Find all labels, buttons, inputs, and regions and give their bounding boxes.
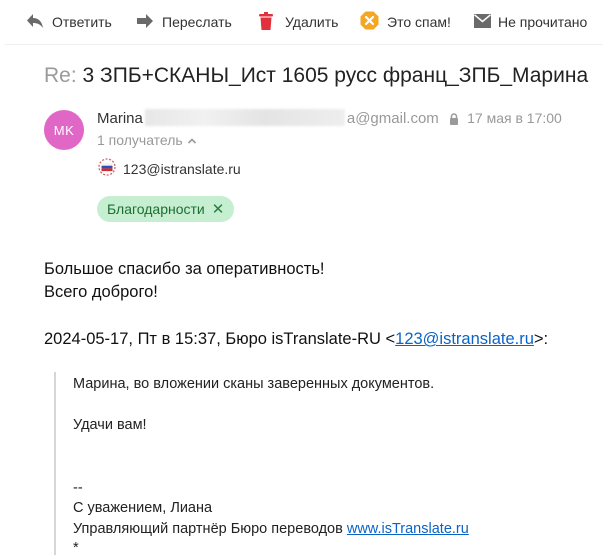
quoted-message: Марина, во вложении сканы заверенных док…	[54, 372, 603, 556]
sender-line: Marina a@gmail.com 17 мая в 17:00	[97, 109, 562, 129]
subject-prefix: Re:	[44, 64, 77, 87]
signature-position-text: Управляющий партнёр Бюро переводов	[73, 521, 347, 537]
forward-label: Переслать	[162, 14, 232, 30]
quote-line: Марина, во вложении сканы заверенных док…	[73, 376, 435, 392]
signature-star: *	[73, 540, 79, 556]
signature-regards: С уважением, Лиана	[73, 500, 213, 516]
recipients-count: 1 получатель	[97, 132, 183, 148]
label-chip[interactable]: Благодарности ✕	[97, 196, 235, 222]
forward-icon	[136, 13, 154, 32]
sender-email-tail[interactable]: a@gmail.com	[347, 110, 439, 127]
delete-label: Удалить	[285, 14, 339, 30]
unread-label: Не прочитано	[498, 14, 588, 30]
russian-flag-icon	[98, 158, 116, 179]
delete-button[interactable]: Удалить	[259, 8, 338, 36]
forward-button[interactable]: Переслать	[136, 8, 232, 36]
subject-text: 3 ЗПБ+СКАНЫ_Ист 1605 русс франц_ЗПБ_Мари…	[82, 64, 589, 87]
signature-site-link[interactable]: www.isTranslate.ru	[347, 521, 469, 537]
remove-label-icon[interactable]: ✕	[212, 200, 225, 218]
envelope-icon	[474, 13, 491, 31]
avatar[interactable]: MK	[44, 110, 84, 150]
message-subject: Re: 3 ЗПБ+СКАНЫ_Ист 1605 русс франц_ЗПБ_…	[44, 64, 588, 88]
message-date: 17 мая в 17:00	[467, 110, 562, 126]
quote-line: Удачи вам!	[73, 417, 147, 433]
recipient-email: 123@istranslate.ru	[123, 160, 241, 177]
quote-header-prefix: 2024-05-17, Пт в 15:37, Бюро isTranslate…	[44, 330, 396, 348]
toolbar: Ответить Переслать Удалить Это спам! Не …	[0, 0, 603, 44]
recipient-item[interactable]: 123@istranslate.ru	[98, 158, 241, 179]
spam-button[interactable]: Это спам!	[360, 8, 451, 36]
quote-header-suffix: >:	[533, 330, 549, 348]
recipients-toggle[interactable]: 1 получатель	[97, 132, 197, 148]
chevron-up-icon	[187, 132, 197, 148]
toolbar-divider	[4, 44, 603, 45]
lock-icon	[449, 112, 459, 129]
quote-header: 2024-05-17, Пт в 15:37, Бюро isTranslate…	[44, 330, 548, 349]
sender-name[interactable]: Marina	[97, 110, 143, 127]
spam-label: Это спам!	[387, 14, 451, 30]
mark-unread-button[interactable]: Не прочитано	[474, 8, 587, 36]
body-line: Большое спасибо за оперативность!	[44, 260, 325, 278]
signature-dashes: --	[73, 480, 83, 496]
redacted-email-part	[144, 109, 345, 126]
reply-button[interactable]: Ответить	[26, 8, 112, 36]
reply-icon	[26, 13, 44, 32]
quote-header-email-link[interactable]: 123@istranslate.ru	[395, 330, 534, 348]
body-line: Всего доброго!	[44, 283, 158, 301]
signature-position: Управляющий партнёр Бюро переводов www.i…	[73, 521, 469, 537]
label-text: Благодарности	[107, 201, 205, 217]
reply-label: Ответить	[52, 14, 112, 30]
trash-icon	[259, 11, 273, 33]
spam-icon	[360, 11, 379, 33]
